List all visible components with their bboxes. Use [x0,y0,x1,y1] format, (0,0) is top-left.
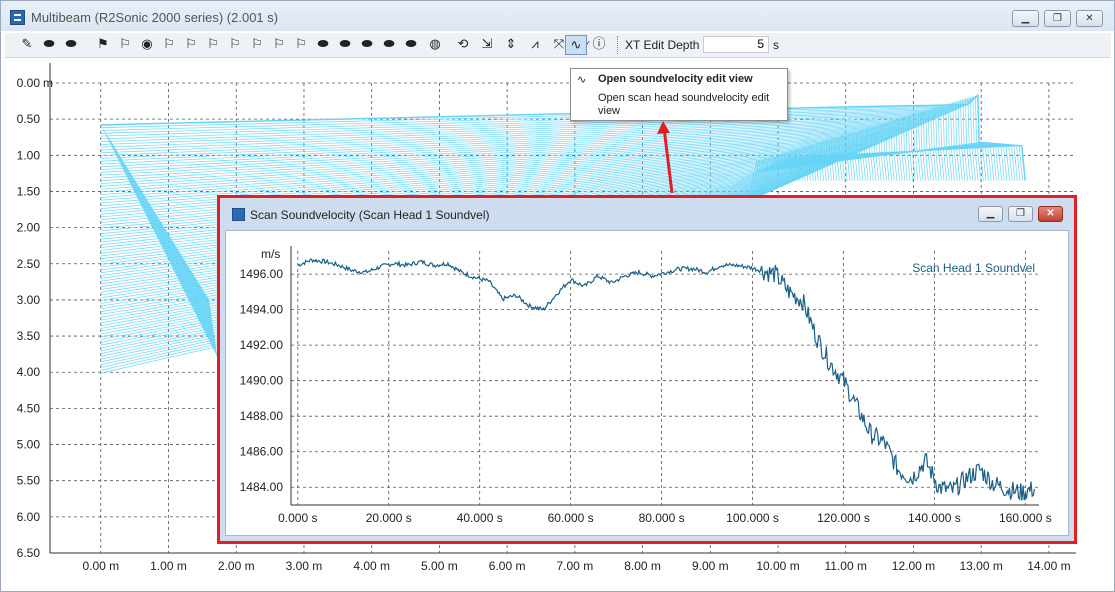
y-tick-label: 3.50 [17,329,41,343]
tooltip-description: Open scan head soundvelocity edit view [598,92,770,117]
y-tick-label: 2.50 [17,257,41,271]
y-tick-label: 1.50 [17,184,41,198]
y-tick-label: 6.50 [17,546,41,560]
sub-close-button[interactable]: ✕ [1038,206,1063,222]
soundvelocity-window: Scan Soundvelocity (Scan Head 1 Soundvel… [217,195,1077,544]
x-tick-label: 6.00 m [489,559,526,573]
soundvelocity-chart[interactable]: 0.000 s 20.000 s 40.000 s 60.000 s 80.000 s 1… [226,231,1068,535]
x-tick-label: 2.00 m [218,559,255,573]
sub-title-bar[interactable]: Scan Soundvelocity (Scan Head 1 Soundvel… [228,198,1068,228]
x-tick-label: 7.00 m [557,559,594,573]
tooltip: ∿ Open soundvelocity edit view Open scan… [570,68,788,121]
x-tick-label: 13.00 m [960,559,1003,573]
sub-minimize-button[interactable]: ▁ [978,206,1003,222]
x-tick-label: 10.00 m [756,559,799,573]
sv-y-tick-label: 1494.00 [240,303,284,317]
x-tick-label: 4.00 m [353,559,390,573]
sv-y-tick-label: 1488.00 [240,409,284,423]
y-tick-label: 5.00 [17,438,41,452]
y-tick-label: 4.50 [17,401,41,415]
y-tick-label: 4.00 [17,365,41,379]
x-tick-label: 5.00 m [421,559,458,573]
x-tick-label: 0.00 m [82,559,119,573]
soundvelocity-chart-panel: 0.000 s 20.000 s 40.000 s 60.000 s 80.000 s 1… [225,230,1069,536]
sub-app-icon [232,208,245,221]
sv-series-line [297,258,1036,501]
sv-x-tick-label: 20.000 s [366,511,412,525]
sv-y-tick-label: 1484.00 [240,480,284,494]
x-tick-label: 12.00 m [892,559,935,573]
y-tick-label: 3.00 [17,293,41,307]
sv-y-tick-label: 1492.00 [240,338,284,352]
sv-x-tick-label: 60.000 s [548,511,594,525]
sub-maximize-button[interactable]: ❐ [1008,206,1033,222]
sub-window-title: Scan Soundvelocity (Scan Head 1 Soundvel… [250,208,490,222]
soundvelocity-tooltip-icon: ∿ [577,74,587,86]
sv-x-tick-label: 40.000 s [457,511,503,525]
sv-x-tick-label: 0.000 s [278,511,317,525]
y-axis-label: m [43,76,53,90]
y-tick-label: 0.50 [17,112,41,126]
y-tick-label: 5.50 [17,474,41,488]
y-tick-label: 1.00 [17,148,41,162]
tooltip-title: Open soundvelocity edit view [598,73,753,85]
x-tick-label: 3.00 m [286,559,323,573]
sv-legend-label: Scan Head 1 Soundvel [912,261,1035,275]
sv-x-tick-label: 80.000 s [639,511,685,525]
x-tick-label: 14.00 m [1027,559,1070,573]
sv-x-tick-label: 160.000 s [999,511,1052,525]
sv-y-tick-label: 1496.00 [240,267,284,281]
y-tick-label: 2.00 [17,221,41,235]
y-tick-label: 0.00 [17,76,41,90]
sv-x-tick-label: 100.000 s [726,511,779,525]
x-tick-label: 11.00 m [825,559,867,573]
sv-x-tick-label: 140.000 s [908,511,961,525]
sv-y-tick-label: 1490.00 [240,374,284,388]
y-tick-label: 6.00 [17,510,41,524]
x-tick-label: 9.00 m [692,559,729,573]
x-tick-label: 1.00 m [150,559,187,573]
x-tick-label: 8.00 m [624,559,661,573]
sv-x-tick-label: 120.000 s [817,511,870,525]
sv-y-axis-label: m/s [261,247,280,261]
sv-y-tick-label: 1486.00 [240,445,284,459]
